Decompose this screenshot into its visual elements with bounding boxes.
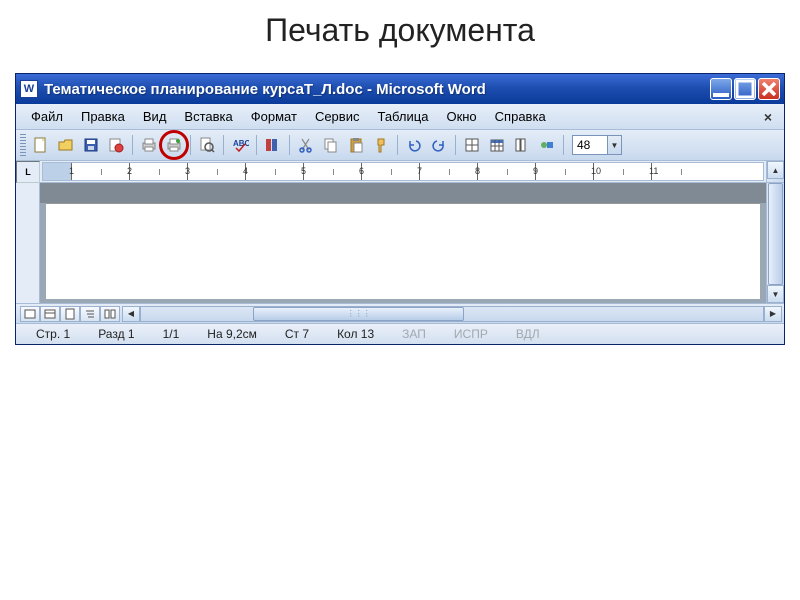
save-icon[interactable] [79, 133, 103, 157]
menu-format[interactable]: Формат [242, 106, 306, 127]
menu-table[interactable]: Таблица [368, 106, 437, 127]
toolbar-separator [132, 135, 133, 155]
insert-table-icon[interactable] [485, 133, 509, 157]
status-pages: 1/1 [149, 327, 194, 341]
ruler-tick: 9 [533, 166, 538, 176]
vertical-ruler-gutter [16, 183, 40, 303]
open-icon[interactable] [54, 133, 78, 157]
scroll-down-button[interactable]: ▼ [767, 285, 784, 303]
status-page: Стр. 1 [22, 327, 84, 341]
menu-edit[interactable]: Правка [72, 106, 134, 127]
close-document-button[interactable]: × [758, 109, 778, 125]
close-window-button[interactable] [758, 78, 780, 100]
cut-icon[interactable] [294, 133, 318, 157]
ruler-tick: 7 [417, 166, 422, 176]
vertical-scroll-thumb[interactable] [768, 183, 783, 285]
menu-tools[interactable]: Сервис [306, 106, 369, 127]
columns-icon[interactable] [510, 133, 534, 157]
menu-help[interactable]: Справка [486, 106, 555, 127]
slide-title: Печать документа [0, 0, 800, 73]
toolbar-separator [397, 135, 398, 155]
scroll-left-button[interactable]: ◀ [122, 306, 140, 322]
menu-file[interactable]: Файл [22, 106, 72, 127]
hscroll-track[interactable]: ⋮⋮⋮ [140, 306, 764, 322]
ruler-tick: 2 [127, 166, 132, 176]
toolbar-separator [455, 135, 456, 155]
titlebar: W Тематическое планирование курсаТ_Л.doc… [16, 74, 784, 104]
print-icon[interactable] [137, 133, 161, 157]
zoom-dropdown-icon[interactable]: ▼ [607, 136, 621, 154]
spellcheck-icon[interactable]: ABC [228, 133, 252, 157]
print-preview-icon[interactable] [195, 133, 219, 157]
zoom-input[interactable] [573, 138, 607, 152]
ruler-tick: 5 [301, 166, 306, 176]
page-canvas[interactable] [40, 183, 766, 303]
ruler-tick: 6 [359, 166, 364, 176]
menubar: Файл Правка Вид Вставка Формат Сервис Та… [16, 104, 784, 130]
horizontal-ruler[interactable]: 1 2 3 4 5 6 7 8 9 10 11 [42, 162, 764, 181]
document-area: ▼ [16, 183, 784, 303]
ruler-row: L 1 2 3 4 5 6 7 8 9 10 11 ▲ [16, 161, 784, 183]
toolbar-separator [190, 135, 191, 155]
vertical-scrollbar[interactable]: ▼ [766, 183, 784, 303]
format-painter-icon[interactable] [369, 133, 393, 157]
vscroll-top: ▲ [766, 161, 784, 182]
menu-insert[interactable]: Вставка [175, 106, 241, 127]
toolbar-separator [563, 135, 564, 155]
normal-view-icon[interactable] [20, 306, 40, 322]
toolbar-separator [289, 135, 290, 155]
web-layout-view-icon[interactable] [40, 306, 60, 322]
new-document-icon[interactable] [29, 133, 53, 157]
status-col: Кол 13 [323, 327, 388, 341]
word-window: W Тематическое планирование курсаТ_Л.doc… [15, 73, 785, 345]
outline-view-icon[interactable] [80, 306, 100, 322]
horizontal-scrollbar[interactable]: ◀ ⋮⋮⋮ ▶ [122, 306, 782, 322]
bottom-bar: ◀ ⋮⋮⋮ ▶ [16, 303, 784, 323]
status-at: На 9,2см [193, 327, 271, 341]
document-page[interactable] [46, 203, 760, 299]
menu-view[interactable]: Вид [134, 106, 176, 127]
permission-icon[interactable] [104, 133, 128, 157]
redo-icon[interactable] [427, 133, 451, 157]
ruler-tick: 10 [591, 166, 601, 176]
undo-icon[interactable] [402, 133, 426, 157]
word-app-icon: W [20, 80, 38, 98]
paste-icon[interactable] [344, 133, 368, 157]
status-line: Ст 7 [271, 327, 323, 341]
quick-print-icon[interactable] [162, 133, 186, 157]
hscroll-thumb[interactable]: ⋮⋮⋮ [253, 307, 464, 321]
minimize-button[interactable] [710, 78, 732, 100]
menu-window[interactable]: Окно [437, 106, 485, 127]
ruler-tick: 3 [185, 166, 190, 176]
status-rec[interactable]: ЗАП [388, 327, 440, 341]
ruler-tick: 1 [69, 166, 74, 176]
tab-selector[interactable]: L [16, 161, 40, 183]
research-icon[interactable] [261, 133, 285, 157]
ruler-margin-shade [43, 163, 71, 180]
ruler-tick: 4 [243, 166, 248, 176]
drawing-icon[interactable] [535, 133, 559, 157]
scroll-right-button[interactable]: ▶ [764, 306, 782, 322]
standard-toolbar: ABC [16, 130, 784, 161]
window-title: Тематическое планирование курсаТ_Л.doc -… [44, 81, 710, 98]
ruler-tick: 8 [475, 166, 480, 176]
toolbar-separator [223, 135, 224, 155]
toolbar-separator [256, 135, 257, 155]
maximize-button[interactable] [734, 78, 756, 100]
copy-icon[interactable] [319, 133, 343, 157]
toolbar-grip[interactable] [20, 134, 26, 156]
svg-text:ABC: ABC [233, 139, 249, 148]
tables-borders-icon[interactable] [460, 133, 484, 157]
status-ext[interactable]: ВДЛ [502, 327, 554, 341]
print-layout-view-icon[interactable] [60, 306, 80, 322]
status-trk[interactable]: ИСПР [440, 327, 502, 341]
statusbar: Стр. 1 Разд 1 1/1 На 9,2см Ст 7 Кол 13 З… [16, 323, 784, 344]
ruler-tick: 11 [649, 166, 658, 176]
zoom-combo[interactable]: ▼ [572, 135, 622, 155]
reading-layout-view-icon[interactable] [100, 306, 120, 322]
status-section: Разд 1 [84, 327, 148, 341]
page-gap [40, 183, 766, 203]
scroll-up-button[interactable]: ▲ [767, 161, 784, 179]
